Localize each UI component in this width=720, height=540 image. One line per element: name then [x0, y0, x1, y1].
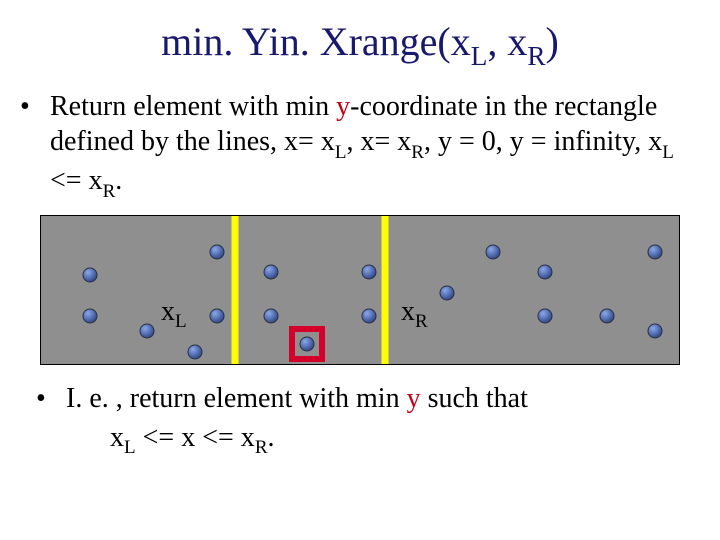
b1-y: y	[336, 91, 350, 122]
data-point	[264, 264, 279, 279]
b1-p6: .	[115, 165, 122, 196]
label-xr: xR	[401, 296, 428, 333]
data-point	[648, 323, 663, 338]
expr-sr: R	[255, 437, 268, 458]
expr-p2: <= x <= x	[136, 422, 255, 453]
expr-sl: L	[124, 437, 136, 458]
page-title: min. Yin. Xrange(xL, xR)	[0, 0, 720, 81]
bullet-1: Return element with min y-coordinate in …	[0, 81, 720, 211]
label-xr-s: R	[415, 311, 428, 332]
expr-p1: x	[110, 422, 124, 453]
b1-sr1: R	[411, 142, 424, 163]
sub-expression: xL <= x <= xR.	[0, 418, 720, 467]
data-point	[486, 244, 501, 259]
data-point	[538, 264, 553, 279]
b2-y: y	[407, 383, 421, 414]
title-mid: , x	[487, 19, 527, 64]
label-xr-x: x	[401, 296, 415, 327]
b1-sl1: L	[335, 142, 347, 163]
title-fn: min. Yin. Xrange(x	[161, 19, 471, 64]
expr-p3: .	[268, 422, 275, 453]
data-point	[300, 336, 315, 351]
data-point	[362, 264, 377, 279]
b1-sr2: R	[103, 181, 116, 202]
b1-sl2: L	[662, 142, 674, 163]
b1-p4: , y = 0, y = infinity, x	[424, 126, 662, 157]
b1-p5: <= x	[50, 165, 103, 196]
bullet-2: I. e. , return element with min y such t…	[0, 369, 720, 418]
label-xl: xL	[161, 296, 187, 333]
data-point	[83, 267, 98, 282]
data-point	[362, 308, 377, 323]
data-point	[83, 308, 98, 323]
data-point	[600, 308, 615, 323]
data-point	[210, 244, 225, 259]
title-sub-l: L	[471, 41, 488, 71]
data-point	[188, 344, 203, 359]
vertical-line-xl	[232, 216, 239, 364]
label-xl-s: L	[175, 311, 187, 332]
data-point	[264, 308, 279, 323]
data-point	[440, 285, 455, 300]
diagram-area: xL xR	[40, 215, 680, 365]
b1-p1: Return element with min	[50, 91, 336, 122]
title-end: )	[546, 19, 559, 64]
vertical-line-xr	[382, 216, 389, 364]
label-xl-x: x	[161, 296, 175, 327]
data-point	[538, 308, 553, 323]
title-sub-r: R	[527, 41, 545, 71]
data-point	[140, 323, 155, 338]
b2-p2: such that	[421, 383, 528, 414]
data-point	[210, 308, 225, 323]
b1-p3: , x= x	[346, 126, 411, 157]
b2-p1: I. e. , return element with min	[66, 383, 407, 414]
data-point	[648, 244, 663, 259]
